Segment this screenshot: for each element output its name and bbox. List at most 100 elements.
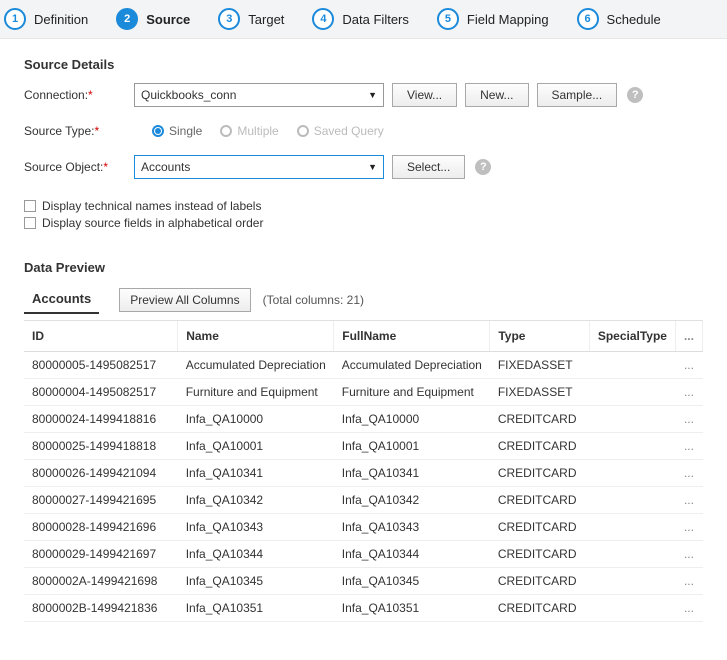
preview-all-columns-button[interactable]: Preview All Columns xyxy=(119,288,250,312)
cell-st xyxy=(589,487,675,514)
select-button[interactable]: Select... xyxy=(392,155,465,179)
step-field-mapping[interactable]: 5Field Mapping xyxy=(437,8,549,30)
table-row[interactable]: 80000005-1495082517Accumulated Depreciat… xyxy=(24,352,703,379)
radio-icon xyxy=(152,125,164,137)
cell-name: Infa_QA10341 xyxy=(178,460,334,487)
cell-full: Infa_QA10343 xyxy=(334,514,490,541)
cell-more[interactable]: ... xyxy=(675,514,702,541)
required-asterisk: * xyxy=(88,88,93,102)
table-row[interactable]: 80000029-1499421697Infa_QA10344Infa_QA10… xyxy=(24,541,703,568)
view-button[interactable]: View... xyxy=(392,83,457,107)
source-type-radio-saved-query: Saved Query xyxy=(297,124,384,138)
preview-tab-accounts[interactable]: Accounts xyxy=(24,285,99,314)
table-row[interactable]: 8000002A-1499421698Infa_QA10345Infa_QA10… xyxy=(24,568,703,595)
required-asterisk: * xyxy=(103,160,108,174)
cell-more[interactable]: ... xyxy=(675,595,702,622)
cell-name: Infa_QA10000 xyxy=(178,406,334,433)
cell-type: CREDITCARD xyxy=(490,568,589,595)
column-header-fullname[interactable]: FullName xyxy=(334,321,490,352)
step-number-icon: 3 xyxy=(218,8,240,30)
column-header-type[interactable]: Type xyxy=(490,321,589,352)
cell-st xyxy=(589,379,675,406)
table-row[interactable]: 80000004-1495082517Furniture and Equipme… xyxy=(24,379,703,406)
column-header-specialtype[interactable]: SpecialType xyxy=(589,321,675,352)
alphabetical-checkbox-row: Display source fields in alphabetical or… xyxy=(24,216,703,230)
cell-type: CREDITCARD xyxy=(490,541,589,568)
connection-value: Quickbooks_conn xyxy=(141,88,236,102)
cell-id: 8000002B-1499421836 xyxy=(24,595,178,622)
total-columns-label: (Total columns: 21) xyxy=(263,293,364,307)
help-icon[interactable]: ? xyxy=(627,87,643,103)
cell-type: FIXEDASSET xyxy=(490,379,589,406)
table-row[interactable]: 80000024-1499418816Infa_QA10000Infa_QA10… xyxy=(24,406,703,433)
cell-type: CREDITCARD xyxy=(490,487,589,514)
cell-full: Infa_QA10000 xyxy=(334,406,490,433)
required-asterisk: * xyxy=(95,124,100,138)
table-row[interactable]: 80000028-1499421696Infa_QA10343Infa_QA10… xyxy=(24,514,703,541)
step-source[interactable]: 2Source xyxy=(116,8,190,30)
column-header-id[interactable]: ID xyxy=(24,321,178,352)
step-label: Definition xyxy=(34,12,88,27)
radio-icon xyxy=(297,125,309,137)
step-number-icon: 1 xyxy=(4,8,26,30)
connection-select[interactable]: Quickbooks_conn ▼ xyxy=(134,83,384,107)
step-label: Field Mapping xyxy=(467,12,549,27)
cell-more[interactable]: ... xyxy=(675,568,702,595)
cell-full: Infa_QA10345 xyxy=(334,568,490,595)
cell-more[interactable]: ... xyxy=(675,433,702,460)
source-object-row: Source Object:* Accounts ▼ Select... ? xyxy=(24,154,703,180)
step-data-filters[interactable]: 4Data Filters xyxy=(312,8,408,30)
data-preview-title: Data Preview xyxy=(24,260,703,275)
table-row[interactable]: 8000002B-1499421836Infa_QA10351Infa_QA10… xyxy=(24,595,703,622)
radio-icon xyxy=(220,125,232,137)
cell-name: Infa_QA10001 xyxy=(178,433,334,460)
cell-id: 8000002A-1499421698 xyxy=(24,568,178,595)
source-type-radio-single[interactable]: Single xyxy=(152,124,202,138)
cell-more[interactable]: ... xyxy=(675,460,702,487)
column-header-name[interactable]: Name xyxy=(178,321,334,352)
table-row[interactable]: 80000025-1499418818Infa_QA10001Infa_QA10… xyxy=(24,433,703,460)
step-target[interactable]: 3Target xyxy=(218,8,284,30)
source-details-title: Source Details xyxy=(24,57,703,72)
preview-table: IDNameFullNameTypeSpecialType... 8000000… xyxy=(24,321,703,622)
cell-st xyxy=(589,568,675,595)
technical-names-checkbox[interactable] xyxy=(24,200,36,212)
cell-id: 80000005-1495082517 xyxy=(24,352,178,379)
step-schedule[interactable]: 6Schedule xyxy=(577,8,661,30)
cell-full: Infa_QA10351 xyxy=(334,595,490,622)
cell-more[interactable]: ... xyxy=(675,487,702,514)
column-header-more[interactable]: ... xyxy=(675,321,702,352)
cell-type: CREDITCARD xyxy=(490,406,589,433)
wizard-stepper: 1 Definition 2Source 3Target 4Data Filters 5F… xyxy=(0,0,727,39)
table-row[interactable]: 80000026-1499421094Infa_QA10341Infa_QA10… xyxy=(24,460,703,487)
source-object-select[interactable]: Accounts ▼ xyxy=(134,155,384,179)
cell-full: Infa_QA10341 xyxy=(334,460,490,487)
cell-st xyxy=(589,514,675,541)
cell-more[interactable]: ... xyxy=(675,406,702,433)
technical-names-label: Display technical names instead of label… xyxy=(42,199,261,213)
cell-full: Infa_QA10001 xyxy=(334,433,490,460)
preview-table-wrap: IDNameFullNameTypeSpecialType... 8000000… xyxy=(24,320,703,622)
alphabetical-label: Display source fields in alphabetical or… xyxy=(42,216,263,230)
help-icon[interactable]: ? xyxy=(475,159,491,175)
radio-label: Multiple xyxy=(237,124,278,138)
chevron-down-icon: ▼ xyxy=(368,90,377,100)
alphabetical-checkbox[interactable] xyxy=(24,217,36,229)
table-row[interactable]: 80000027-1499421695Infa_QA10342Infa_QA10… xyxy=(24,487,703,514)
step-label: Data Filters xyxy=(342,12,408,27)
cell-more[interactable]: ... xyxy=(675,352,702,379)
cell-more[interactable]: ... xyxy=(675,379,702,406)
chevron-down-icon: ▼ xyxy=(368,162,377,172)
step-definition[interactable]: 1 Definition xyxy=(4,8,88,30)
sample-button[interactable]: Sample... xyxy=(537,83,618,107)
cell-id: 80000024-1499418816 xyxy=(24,406,178,433)
cell-id: 80000004-1495082517 xyxy=(24,379,178,406)
cell-type: CREDITCARD xyxy=(490,514,589,541)
cell-more[interactable]: ... xyxy=(675,541,702,568)
new-button[interactable]: New... xyxy=(465,83,528,107)
preview-header: Accounts Preview All Columns (Total colu… xyxy=(24,285,703,314)
cell-st xyxy=(589,460,675,487)
radio-label: Single xyxy=(169,124,202,138)
cell-st xyxy=(589,352,675,379)
step-number-icon: 2 xyxy=(116,8,138,30)
